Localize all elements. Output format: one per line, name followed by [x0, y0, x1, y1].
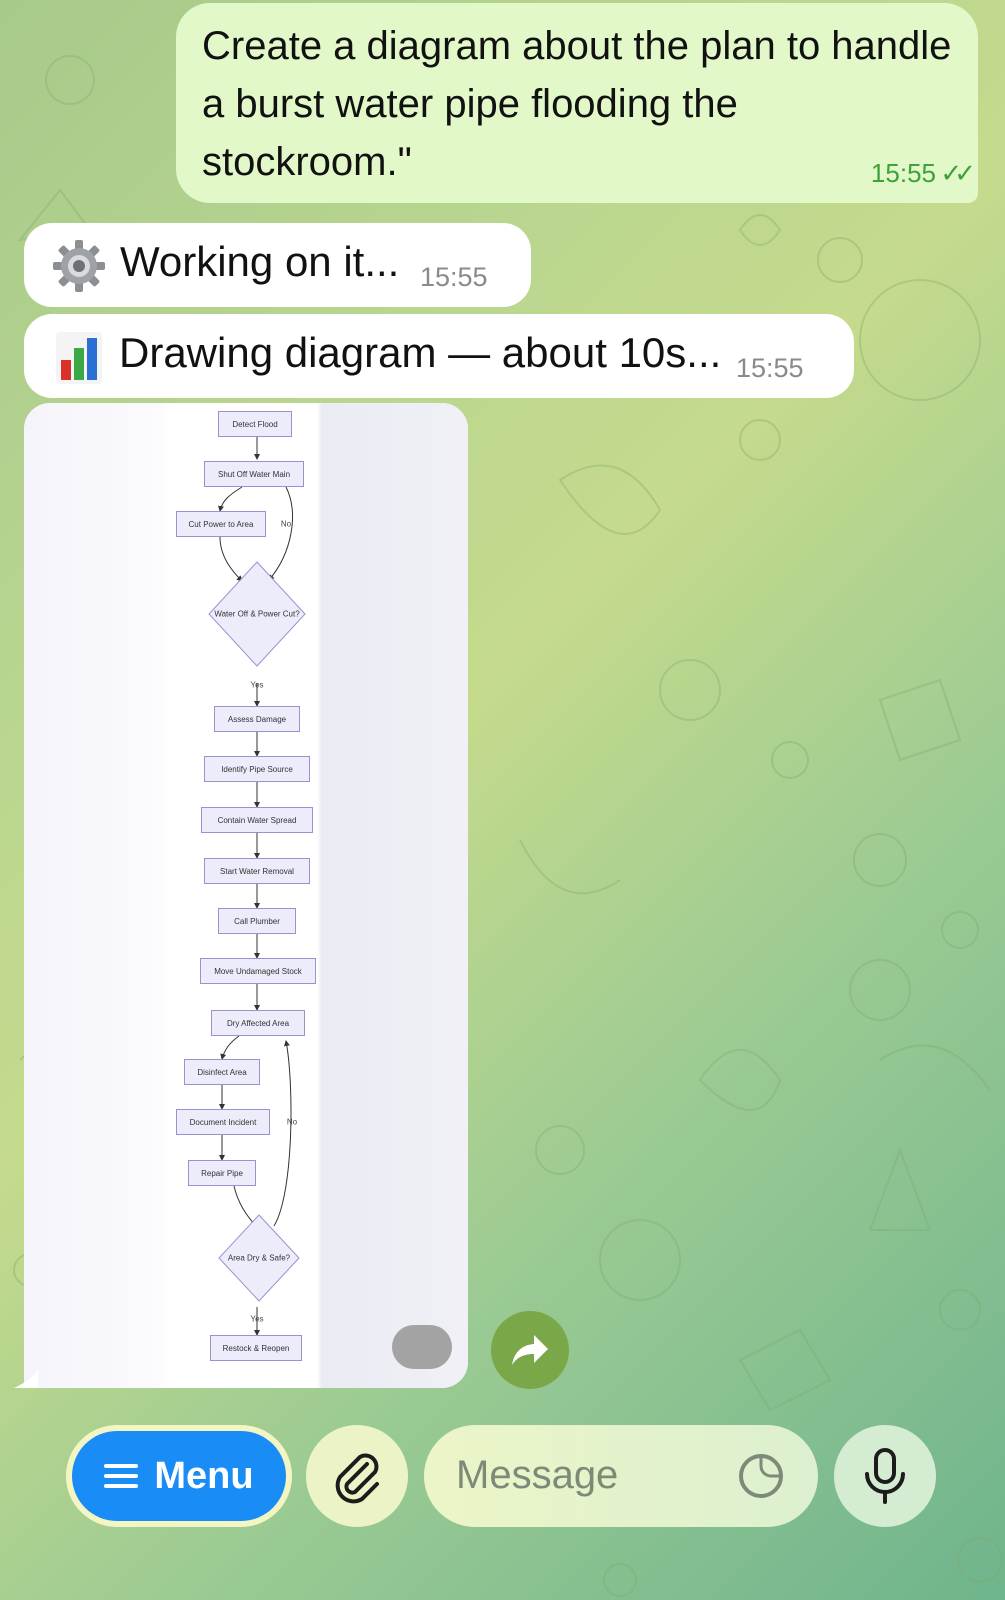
- incoming-message-drawing[interactable]: Drawing diagram — about 10s... 15:55: [24, 314, 854, 398]
- flow-node-shut-off-water: Shut Off Water Main: [204, 461, 304, 487]
- drawing-message-text: Drawing diagram — about 10s...: [119, 329, 722, 376]
- gear-icon: [53, 240, 105, 292]
- diagram-image-message[interactable]: Detect Flood Shut Off Water Main Cut Pow…: [24, 403, 468, 1388]
- working-message-text: Working on it...: [120, 238, 400, 285]
- menu-lines-icon: [104, 1464, 139, 1488]
- bubble-tail: [14, 1370, 38, 1388]
- menu-button-label: Menu: [154, 1454, 254, 1497]
- flow-decision-water-power: Water Off & Power Cut?: [214, 609, 300, 619]
- outgoing-message-text: Create a diagram about the plan to handl…: [202, 24, 952, 184]
- flowchart-image: Detect Flood Shut Off Water Main Cut Pow…: [24, 403, 468, 1388]
- flow-node-assess-damage: Assess Damage: [214, 706, 300, 732]
- read-checkmarks-icon: ✓✓: [940, 158, 975, 188]
- sticker-icon[interactable]: [736, 1451, 786, 1501]
- message-placeholder: Message: [456, 1453, 619, 1497]
- flow-node-document: Document Incident: [176, 1109, 270, 1135]
- flow-node-detect-flood: Detect Flood: [218, 411, 292, 437]
- flow-node-repair-pipe: Repair Pipe: [188, 1160, 256, 1186]
- drawing-message-time: 15:55: [736, 353, 804, 383]
- flow-node-start-removal: Start Water Removal: [204, 858, 310, 884]
- flow-node-call-plumber: Call Plumber: [218, 908, 296, 934]
- voice-record-button[interactable]: [834, 1425, 936, 1527]
- flow-node-move-stock: Move Undamaged Stock: [200, 958, 316, 984]
- edge-label-no-2: No: [286, 1117, 298, 1127]
- menu-button[interactable]: Menu: [72, 1431, 286, 1521]
- bar-chart-icon: [56, 332, 102, 384]
- flow-node-disinfect: Disinfect Area: [184, 1059, 260, 1085]
- share-button[interactable]: [491, 1311, 569, 1389]
- flow-node-contain-spread: Contain Water Spread: [201, 807, 313, 833]
- paperclip-icon: [335, 1453, 379, 1504]
- flow-node-restock: Restock & Reopen: [210, 1335, 302, 1361]
- flow-decision-dry-safe: Area Dry & Safe?: [227, 1253, 291, 1263]
- flow-node-identify-source: Identify Pipe Source: [204, 756, 310, 782]
- flow-node-dry-area: Dry Affected Area: [211, 1010, 305, 1036]
- outgoing-message-time: 15:55: [870, 158, 936, 188]
- edge-label-no: No: [280, 519, 292, 529]
- incoming-message-working[interactable]: Working on it... 15:55: [24, 223, 531, 307]
- working-message-time: 15:55: [420, 262, 488, 292]
- edge-label-yes-2: Yes: [250, 1314, 264, 1324]
- flow-node-cut-power: Cut Power to Area: [176, 511, 266, 537]
- share-arrow-icon: [512, 1335, 548, 1365]
- microphone-icon: [865, 1448, 905, 1504]
- edge-label-yes: Yes: [250, 680, 264, 690]
- media-status-pill: [392, 1325, 452, 1369]
- outgoing-message-bubble[interactable]: Create a diagram about the plan to handl…: [176, 3, 978, 203]
- attach-button[interactable]: [306, 1425, 408, 1527]
- message-input[interactable]: Message: [424, 1425, 818, 1527]
